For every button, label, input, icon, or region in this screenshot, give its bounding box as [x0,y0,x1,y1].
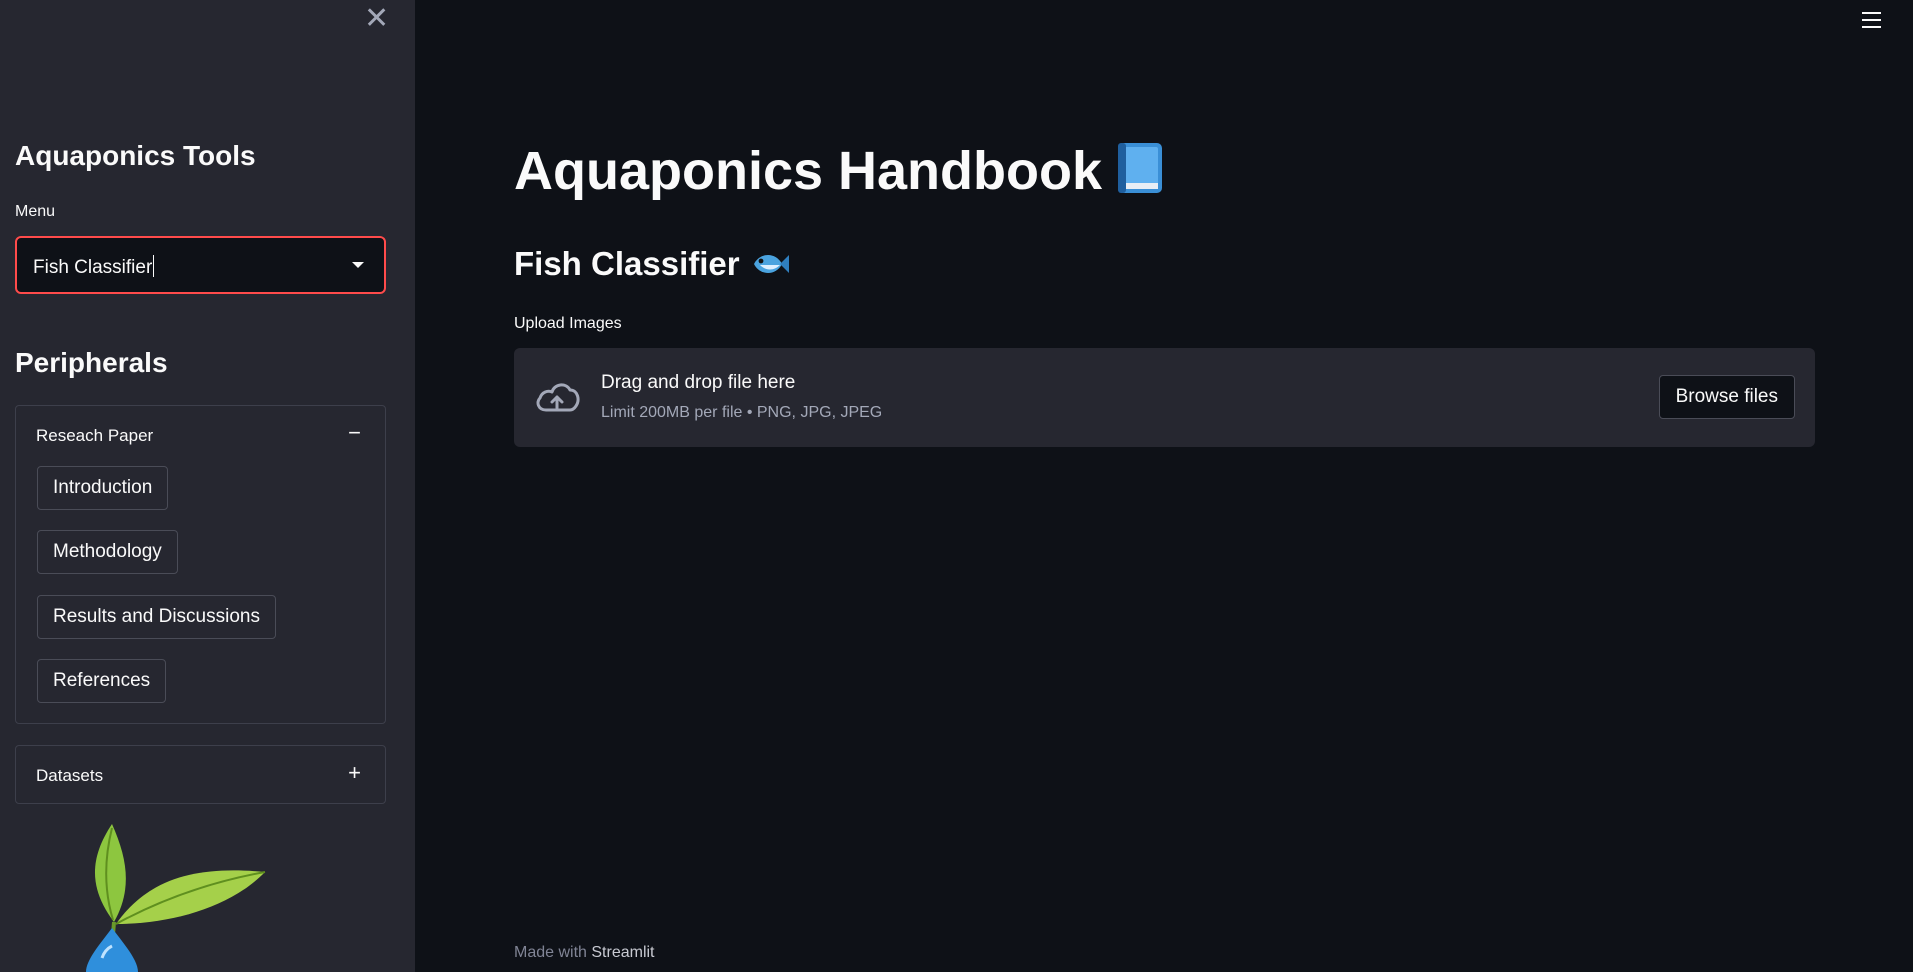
menu-select-value: Fish Classifier [33,255,155,278]
browse-files-button[interactable]: Browse files [1658,375,1795,419]
research-paper-expander: Reseach Paper − Introduction Methodology… [15,405,386,724]
cloud-upload-icon [536,383,580,412]
research-paper-header[interactable]: Reseach Paper [36,426,153,446]
references-button[interactable]: References [37,659,167,703]
collapse-icon[interactable]: − [348,420,361,446]
footer-prefix: Made with [514,944,587,961]
chevron-down-icon [352,262,364,268]
introduction-button[interactable]: Introduction [37,466,169,510]
fish-icon [753,255,789,273]
datasets-expander[interactable]: Datasets + [15,745,386,804]
results-discussions-button[interactable]: Results and Discussions [37,595,276,639]
menu-select[interactable]: Fish Classifier [15,236,386,294]
section-title: Fish Classifier [514,245,790,283]
sidebar-title: Aquaponics Tools [15,140,256,171]
datasets-header[interactable]: Datasets [36,766,103,786]
drop-instructions: Drag and drop file here [601,372,796,393]
leaf-water-logo-icon [86,824,266,972]
file-dropzone[interactable]: Drag and drop file here Limit 200MB per … [514,348,1815,447]
sidebar: ✕ Aquaponics Tools Menu Fish Classifier … [0,0,415,972]
close-icon[interactable]: ✕ [364,4,389,34]
upload-images-label: Upload Images [514,315,622,332]
footer: Made with Streamlit [514,944,655,962]
streamlit-link[interactable]: Streamlit [591,944,654,961]
hamburger-menu-icon[interactable] [1862,12,1881,28]
book-icon [1118,143,1163,193]
file-limit-text: Limit 200MB per file • PNG, JPG, JPEG [601,404,883,421]
methodology-button[interactable]: Methodology [37,530,178,574]
page-title: Aquaponics Handbook [514,140,1164,202]
expand-icon[interactable]: + [348,760,361,786]
peripherals-title: Peripherals [15,347,168,378]
menu-label: Menu [15,203,56,220]
